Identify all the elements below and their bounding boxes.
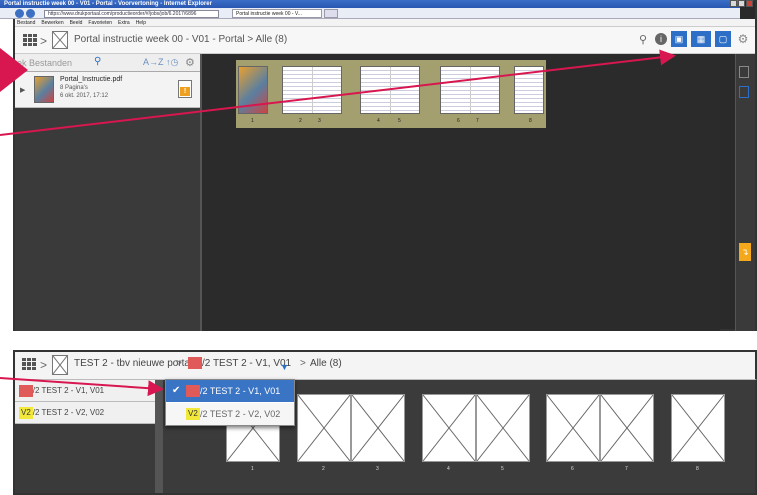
clock-icon[interactable]: ◷ (171, 57, 179, 67)
page-number: 7 (476, 118, 479, 124)
page-view-icon[interactable]: ▢ (715, 31, 731, 47)
breadcrumb-all[interactable]: Alle (8) (310, 358, 342, 369)
page-number: 1 (251, 118, 254, 124)
minimize-icon[interactable] (730, 0, 737, 7)
page-number: 8 (529, 118, 532, 124)
grid-view-icon[interactable]: ▦ (691, 31, 711, 47)
menu-item[interactable]: Beeld (70, 19, 83, 26)
view-toolbar: ⚲ i ▣ ▦ ▢ ⚙ (635, 31, 751, 47)
document-placeholder-icon (52, 355, 68, 375)
version-badge: V1 (19, 385, 33, 397)
browser-menu-bar: Bestand Bewerken Beeld Favorieten Extra … (15, 19, 755, 27)
page-placeholder[interactable] (351, 394, 405, 462)
page-placeholder[interactable] (422, 394, 476, 462)
new-tab-button[interactable] (324, 9, 338, 18)
browser-tab[interactable]: Portal instructie week 00 - V... (232, 9, 322, 18)
page-number: 2 (299, 118, 302, 124)
chevron-down-icon[interactable]: ▼ (280, 362, 289, 372)
page-placeholder[interactable] (476, 394, 530, 462)
menu-item[interactable]: Help (136, 19, 146, 26)
info-icon[interactable]: i (655, 33, 667, 45)
version-row[interactable]: V1/2 TEST 2 - V1, V01 (15, 380, 155, 402)
breadcrumb-separator: > (176, 358, 182, 369)
version-label: /2 TEST 2 - V2, V02 (32, 408, 105, 417)
version-badge: V2 (19, 407, 33, 419)
spread-view-icon[interactable]: ▣ (671, 31, 687, 47)
sort-control[interactable]: A→Z ↑◷ (143, 57, 178, 68)
page-placeholder[interactable] (671, 394, 725, 462)
page-number: 1 (251, 466, 254, 472)
checkmark-icon: ✔ (172, 385, 181, 396)
page-number: 6 (457, 118, 460, 124)
search-input[interactable]: ek Bestanden (17, 58, 72, 68)
page-number: 4 (377, 118, 380, 124)
gear-icon[interactable]: ⚙ (185, 56, 195, 69)
dropdown-item-label: /2 TEST 2 - V2, V02 (200, 409, 281, 419)
spread-strip: 1 2 3 4 5 6 7 8 (236, 60, 546, 128)
page-number: 3 (376, 466, 379, 472)
breadcrumb-separator: > (300, 358, 306, 369)
page-placeholder[interactable] (546, 394, 600, 462)
expand-arrow-icon[interactable]: ▶ (20, 86, 25, 94)
version-select[interactable]: /2 TEST 2 - V1, V01 (202, 358, 291, 369)
side-tab-icon[interactable]: ↴ (739, 243, 751, 261)
dropdown-item-label: /2 TEST 2 - V1, V01 (200, 386, 281, 396)
gear-icon[interactable]: ⚙ (735, 31, 751, 47)
file-date: 6 okt. 2017, 17:12 (60, 93, 109, 99)
page-placeholder[interactable] (297, 394, 351, 462)
search-icon[interactable]: ⚲ (94, 56, 101, 67)
page-number: 5 (398, 118, 401, 124)
apps-grid-icon[interactable] (23, 34, 37, 46)
breadcrumb[interactable]: TEST 2 - tbv nieuwe portal (74, 358, 192, 369)
version-badge: V1 (188, 357, 202, 369)
page-thumbnail[interactable] (440, 66, 500, 114)
breadcrumb[interactable]: Portal instructie week 00 - V01 - Portal… (74, 34, 287, 45)
breadcrumb-separator: > (40, 358, 48, 372)
menu-item[interactable]: Bewerken (41, 19, 63, 26)
version-badge: V1 (186, 385, 200, 397)
page-thumbnail[interactable] (282, 66, 342, 114)
page-number: 2 (322, 466, 325, 472)
page-number: 3 (318, 118, 321, 124)
file-name: Portal_Instructie.pdf (60, 76, 123, 83)
page-thumbnail[interactable] (238, 66, 268, 114)
page-thumbnail[interactable] (514, 66, 544, 114)
window-controls[interactable] (730, 0, 753, 8)
sort-label[interactable]: A→Z (143, 57, 164, 67)
search-icon[interactable]: ⚲ (635, 31, 651, 47)
forward-icon[interactable] (26, 9, 35, 18)
menu-item[interactable]: Favorieten (88, 19, 112, 26)
close-icon[interactable] (746, 0, 753, 7)
page-number: 7 (625, 466, 628, 472)
back-icon[interactable] (15, 9, 24, 18)
file-thumbnail (34, 76, 54, 103)
document-placeholder-icon (52, 31, 68, 49)
warning-icon[interactable]: ! (178, 80, 192, 98)
version-label: /2 TEST 2 - V1, V01 (32, 386, 105, 395)
menu-item[interactable]: Bestand (17, 19, 35, 26)
breadcrumb-separator: > (40, 34, 48, 48)
page-number: 5 (501, 466, 504, 472)
browser-nav[interactable] (15, 9, 35, 18)
browser-title-bar: Portal instructie week 00 - V01 - Portal… (0, 0, 740, 8)
page-placeholder[interactable] (600, 394, 654, 462)
panel-toggle-icon[interactable] (739, 86, 749, 98)
page-number: 6 (571, 466, 574, 472)
url-field[interactable]: https://www.drukportaal.com/productieord… (44, 10, 219, 18)
maximize-icon[interactable] (738, 0, 745, 7)
menu-item[interactable]: Extra (118, 19, 130, 26)
page-number: 4 (447, 466, 450, 472)
page-thumbnail[interactable] (360, 66, 420, 114)
panel-toggle-icon[interactable] (739, 66, 749, 78)
page-number: 8 (696, 466, 699, 472)
version-row[interactable]: V2/2 TEST 2 - V2, V02 (15, 402, 155, 424)
file-pages: 8 Pagina's (60, 85, 88, 91)
scrollbar[interactable] (155, 380, 163, 493)
apps-grid-icon[interactable] (22, 358, 36, 370)
version-badge: V2 (186, 408, 200, 420)
